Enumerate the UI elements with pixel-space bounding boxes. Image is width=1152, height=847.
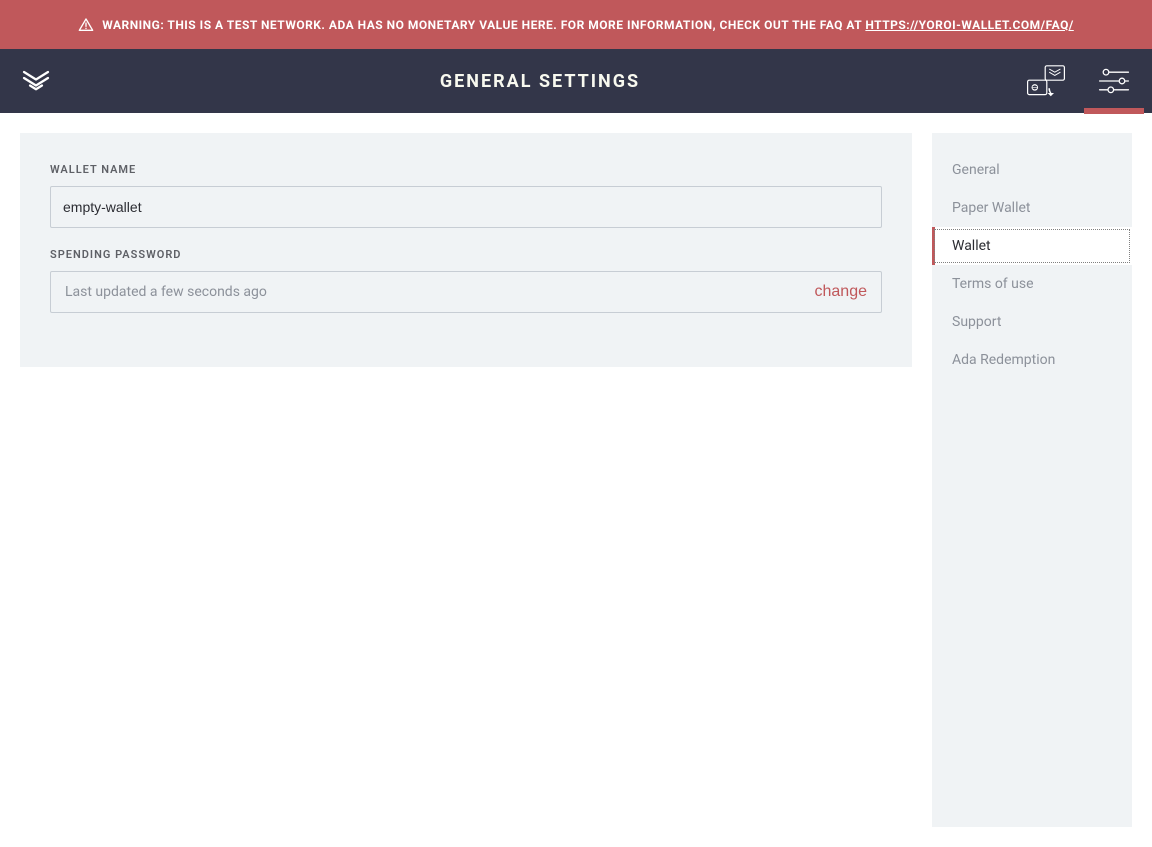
spending-password-field-group: SPENDING PASSWORD Last updated a few sec… [50, 248, 882, 313]
warning-message: THIS IS A TEST NETWORK. ADA HAS NO MONET… [167, 18, 862, 32]
page-title: General Settings [64, 71, 1016, 92]
app-logo[interactable] [8, 66, 64, 96]
content-area: WALLET NAME SPENDING PASSWORD Last updat… [0, 113, 1152, 847]
sidebar-item-general[interactable]: General [932, 151, 1132, 189]
wallet-transfer-button[interactable] [1016, 49, 1076, 113]
change-password-button[interactable]: change [815, 283, 868, 301]
nav-actions [1016, 49, 1144, 113]
settings-sidebar: General Paper Wallet Wallet Terms of use… [932, 133, 1132, 827]
sidebar-item-paper-wallet[interactable]: Paper Wallet [932, 189, 1132, 227]
sidebar-item-wallet[interactable]: Wallet [932, 227, 1132, 265]
sidebar-item-terms-of-use[interactable]: Terms of use [932, 265, 1132, 303]
test-network-warning-banner: WARNING: THIS IS A TEST NETWORK. ADA HAS… [0, 0, 1152, 49]
spending-password-status: Last updated a few seconds ago [65, 284, 267, 300]
sidebar-item-support[interactable]: Support [932, 303, 1132, 341]
settings-button[interactable] [1084, 49, 1144, 113]
spending-password-row: Last updated a few seconds ago change [50, 271, 882, 313]
wallet-name-label: WALLET NAME [50, 163, 882, 176]
warning-text: WARNING: THIS IS A TEST NETWORK. ADA HAS… [102, 16, 1074, 34]
warning-triangle-icon [78, 17, 94, 33]
warning-prefix: WARNING: [102, 18, 164, 32]
spending-password-label: SPENDING PASSWORD [50, 248, 882, 261]
wallet-name-input[interactable] [50, 186, 882, 228]
warning-faq-link[interactable]: HTTPS://YOROI-WALLET.COM/FAQ/ [865, 18, 1073, 32]
wallet-name-field-group: WALLET NAME [50, 163, 882, 228]
sidebar-item-ada-redemption[interactable]: Ada Redemption [932, 341, 1132, 379]
top-navigation-bar: General Settings [0, 49, 1152, 113]
settings-main-panel: WALLET NAME SPENDING PASSWORD Last updat… [20, 133, 912, 367]
